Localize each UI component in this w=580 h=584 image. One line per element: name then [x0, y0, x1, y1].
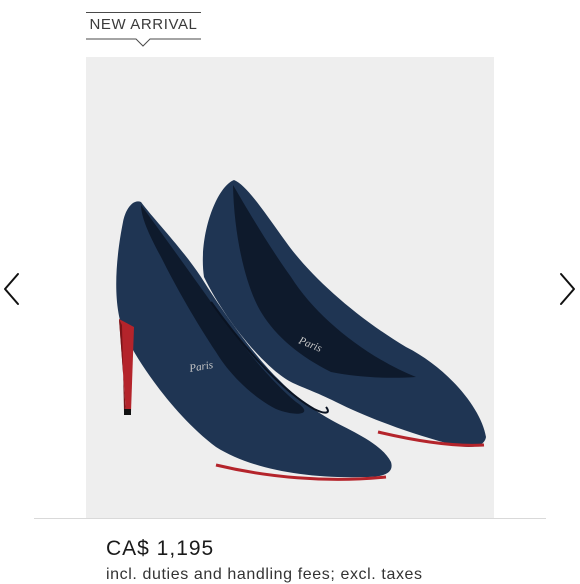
previous-image-button[interactable] [2, 271, 22, 307]
fees-note: incl. duties and handling fees; excl. ta… [106, 566, 423, 583]
product-price: CA$ 1,195 [106, 537, 215, 560]
section-divider [34, 518, 546, 519]
chevron-right-icon [560, 273, 575, 305]
product-image[interactable]: Paris Paris [86, 57, 494, 518]
new-arrival-badge: NEW ARRIVAL [86, 12, 201, 47]
shoe-photo: Paris Paris [116, 180, 486, 481]
next-image-button[interactable] [557, 271, 577, 307]
badge-label: NEW ARRIVAL [89, 16, 198, 33]
badge-top-line [86, 12, 201, 13]
chevron-left-icon [4, 273, 19, 305]
badge-bottom-notch [86, 38, 201, 47]
